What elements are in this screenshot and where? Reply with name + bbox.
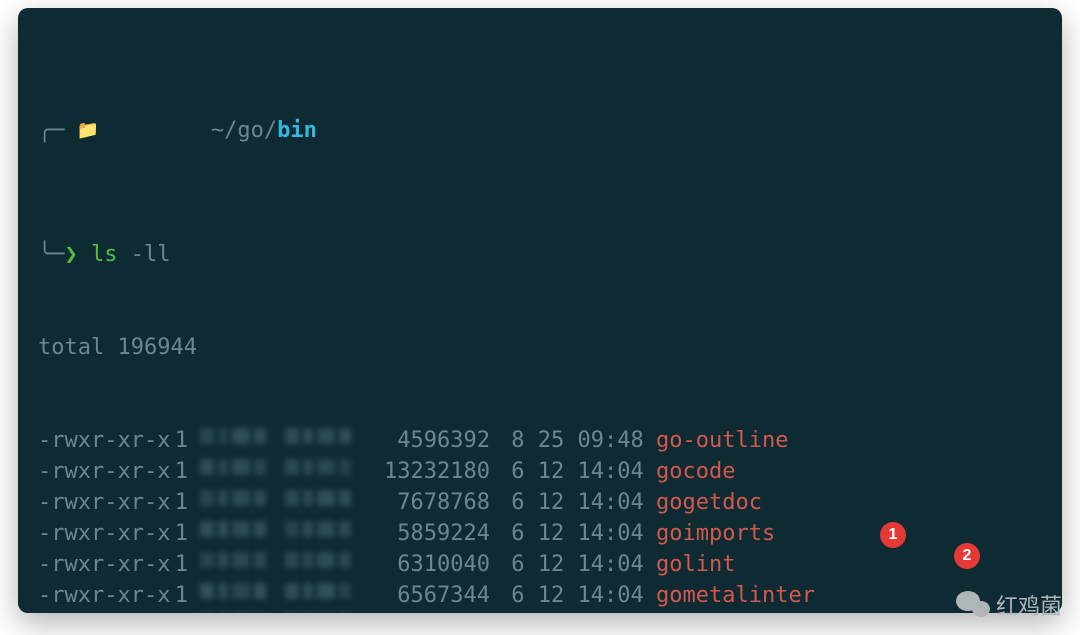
file-permissions: -rwxr-xr-x: [38, 456, 163, 487]
file-permissions: -rwxr-xr-x: [38, 549, 163, 580]
command-args: -ll: [131, 242, 171, 267]
prompt-command-line: ╰─❯ ls -ll: [38, 239, 1042, 270]
file-row: -rwxr-xr-x1 4596392 8 25 09:48 go-outline: [38, 425, 1042, 456]
wechat-watermark: 红鸡菌: [956, 589, 1062, 621]
file-size: 5859224: [373, 518, 498, 549]
prompt-chevron-icon: ❯: [65, 242, 78, 267]
file-size: 7678768: [373, 487, 498, 518]
file-permissions: -rwxr-xr-x: [38, 518, 163, 549]
file-row: -rwxr-xr-x1 13232180 6 12 14:04 gocode: [38, 456, 1042, 487]
file-permissions: -rwxr-xr-x: [38, 580, 163, 611]
file-size: 4596392: [373, 425, 498, 456]
owner-redacted: [198, 580, 283, 602]
prompt-corner-bottom: ╰─: [38, 242, 65, 267]
group-redacted: [283, 518, 365, 540]
annotation-badge: 2: [954, 543, 980, 569]
folder-icon: 📁: [77, 115, 99, 146]
file-size: 6310040: [373, 549, 498, 580]
file-date: 6 12 14:04: [498, 518, 656, 549]
file-name: gomodifytags: [656, 611, 815, 613]
prompt-path-line: ╭─ 📁 ~/go/bin: [38, 84, 1042, 177]
group-redacted: [283, 580, 365, 602]
file-date: 6 12 14:04: [498, 456, 656, 487]
file-size: 4688248: [373, 611, 498, 613]
wechat-text: 红鸡菌: [996, 589, 1062, 621]
group-redacted: [283, 425, 365, 447]
group-redacted: [283, 456, 365, 478]
ls-total-line: total 196944: [38, 332, 1042, 363]
file-date: 6 12 14:04: [498, 580, 656, 611]
file-date: 6 12 14:04: [498, 487, 656, 518]
wechat-icon: [956, 591, 990, 619]
path-leaf: bin: [277, 118, 317, 143]
owner-redacted: [198, 425, 283, 447]
command: ls: [91, 242, 118, 267]
owner-redacted: [198, 518, 283, 540]
file-name: go-outline: [656, 425, 788, 456]
group-redacted: [283, 611, 365, 613]
file-permissions: -rwxr-xr-x: [38, 487, 163, 518]
owner-redacted: [198, 549, 283, 571]
file-date: 6 12 14:04: [498, 549, 656, 580]
path-prefix: ~/go/: [211, 118, 277, 143]
file-link-count: 1: [163, 425, 198, 456]
owner-redacted: [198, 487, 283, 509]
terminal-window[interactable]: ╭─ 📁 ~/go/bin ╰─❯ ls -ll total 196944 -r…: [18, 8, 1062, 613]
file-link-count: 1: [163, 611, 198, 613]
prompt-corner-top: ╭─: [38, 115, 65, 146]
file-link-count: 1: [163, 580, 198, 611]
file-link-count: 1: [163, 518, 198, 549]
file-date: 8 25 09:48: [498, 425, 656, 456]
file-size: 13232180: [373, 456, 498, 487]
file-link-count: 1: [163, 549, 198, 580]
file-link-count: 1: [163, 487, 198, 518]
file-name: golint: [656, 549, 735, 580]
file-name: goimports: [656, 518, 775, 549]
file-size: 6567344: [373, 580, 498, 611]
group-redacted: [283, 549, 365, 571]
file-name: gogetdoc: [656, 487, 762, 518]
file-permissions: -rwxr-xr-x: [38, 611, 163, 613]
annotation-badge: 1: [880, 522, 906, 548]
owner-redacted: [198, 456, 283, 478]
file-link-count: 1: [163, 456, 198, 487]
file-name: gometalinter: [656, 580, 815, 611]
file-row: -rwxr-xr-x1 6310040 6 12 14:04 golint: [38, 549, 1042, 580]
group-redacted: [283, 487, 365, 509]
file-row: -rwxr-xr-x1 4688248 6 12 14:04 gomodifyta…: [38, 611, 1042, 613]
file-permissions: -rwxr-xr-x: [38, 425, 163, 456]
file-row: -rwxr-xr-x1 6567344 6 12 14:04 gometalint…: [38, 580, 1042, 611]
file-name: gocode: [656, 456, 735, 487]
file-row: -rwxr-xr-x1 7678768 6 12 14:04 gogetdoc: [38, 487, 1042, 518]
file-listing: -rwxr-xr-x14596392 8 25 09:48 go-outline…: [38, 425, 1042, 613]
owner-redacted: [198, 611, 283, 613]
file-date: 6 12 14:04: [498, 611, 656, 613]
